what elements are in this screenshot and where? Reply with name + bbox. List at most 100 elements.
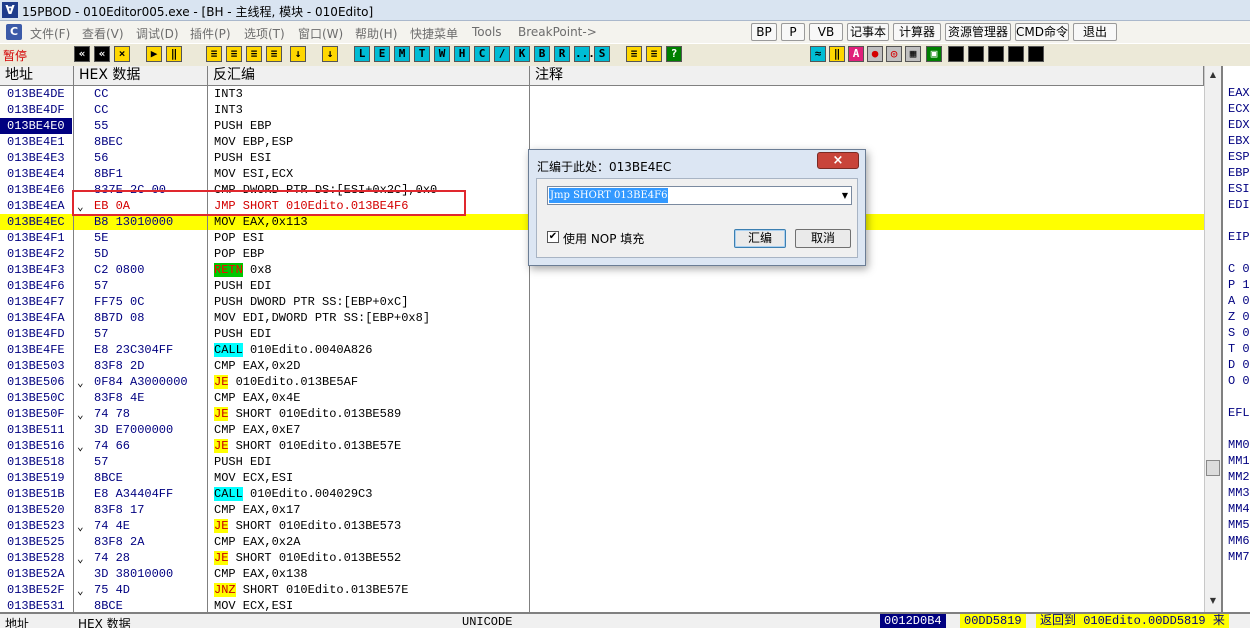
disasm-row[interactable]: 013BE525 83F8 2A CMP EAX,0x2A xyxy=(0,534,1204,550)
disasm-row[interactable]: 013BE4E1 8BEC MOV EBP,ESP xyxy=(0,134,1204,150)
menu-options[interactable]: 选项(T) xyxy=(244,25,285,42)
menu-file[interactable]: 文件(F) xyxy=(30,25,70,42)
modules-window-icon[interactable]: E xyxy=(374,46,390,62)
plugin-a-icon[interactable]: A xyxy=(848,46,864,62)
notepad-button[interactable]: 记事本 xyxy=(847,23,889,41)
disasm-row[interactable]: 013BE531 8BCE MOV ECX,ESI xyxy=(0,598,1204,612)
refresh-icon[interactable]: ≈ xyxy=(810,46,826,62)
assemble-button[interactable]: 汇编 xyxy=(734,229,786,248)
menu-window[interactable]: 窗口(W) xyxy=(298,25,343,42)
window-icon[interactable]: ▣ xyxy=(926,46,942,62)
target-icon[interactable]: ◎ xyxy=(886,46,902,62)
menu-debug[interactable]: 调试(D) xyxy=(136,25,179,42)
call-stack-icon[interactable]: K xyxy=(514,46,530,62)
disasm-row[interactable]: 013BE52F ⌄ 75 4D JNZ SHORT 010Edito.013BE57… xyxy=(0,582,1204,598)
step-into-icon[interactable]: ≡ xyxy=(206,46,222,62)
memory-window-icon[interactable]: M xyxy=(394,46,410,62)
app-menu-icon[interactable]: C xyxy=(6,24,22,40)
blank-tool-2-icon[interactable] xyxy=(968,46,984,62)
plugin-icon[interactable]: ‖ xyxy=(829,46,845,62)
disasm-row[interactable]: 013BE503 83F8 2D CMP EAX,0x2D xyxy=(0,358,1204,374)
references-window-icon[interactable]: R xyxy=(554,46,570,62)
options-icon[interactable]: ≡ xyxy=(626,46,642,62)
restart-icon[interactable]: « xyxy=(74,46,90,62)
nop-fill-label[interactable]: 使用 NOP 填充 xyxy=(563,230,644,247)
disasm-row[interactable]: 013BE50F ⌄ 74 78 JE SHORT 010Edito.013BE589 xyxy=(0,406,1204,422)
blank-tool-4-icon[interactable] xyxy=(1008,46,1024,62)
scroll-thumb[interactable] xyxy=(1206,460,1220,476)
dump-address-header[interactable]: 地址 xyxy=(5,615,29,628)
execute-till-return-icon[interactable]: ↓ xyxy=(290,46,306,62)
menu-breakpoint[interactable]: BreakPoint-> xyxy=(518,25,597,39)
menu-plugins[interactable]: 插件(P) xyxy=(190,25,231,42)
windows-window-icon[interactable]: W xyxy=(434,46,450,62)
close-process-icon[interactable]: × xyxy=(114,46,130,62)
run-trace-icon[interactable]: ... xyxy=(574,46,595,62)
trace-over-icon[interactable]: ≡ xyxy=(266,46,282,62)
dump-hex-header[interactable]: HEX 数据 xyxy=(78,615,131,628)
disasm-row[interactable]: 013BE528 ⌄ 74 28 JE SHORT 010Edito.013BE552 xyxy=(0,550,1204,566)
blank-tool-3-icon[interactable] xyxy=(988,46,1004,62)
disasm-row[interactable]: 013BE519 8BCE MOV ECX,ESI xyxy=(0,470,1204,486)
disasm-row[interactable]: 013BE4DE CC INT3 xyxy=(0,86,1204,102)
scroll-down-icon[interactable]: ▼ xyxy=(1206,594,1220,608)
breakpoints-window-icon[interactable]: B xyxy=(534,46,550,62)
calculator-button[interactable]: 计算器 xyxy=(893,23,941,41)
record-icon[interactable]: ● xyxy=(867,46,883,62)
cmd-button[interactable]: CMD命令 xyxy=(1015,23,1069,41)
hex-column-header[interactable]: HEX 数据 xyxy=(74,66,208,86)
address-column-header[interactable]: 地址 xyxy=(0,66,74,86)
goto-icon[interactable]: ↓ xyxy=(322,46,338,62)
exit-button[interactable]: 退出 xyxy=(1073,23,1117,41)
disasm-row[interactable]: 013BE4DF CC INT3 xyxy=(0,102,1204,118)
appearance-icon[interactable]: ≡ xyxy=(646,46,662,62)
vb-button[interactable]: VB xyxy=(809,23,843,41)
patches-window-icon[interactable]: / xyxy=(494,46,510,62)
disasm-row[interactable]: 013BE4FD 57 PUSH EDI xyxy=(0,326,1204,342)
run-icon[interactable]: ▶ xyxy=(146,46,162,62)
comment-column-header[interactable]: 注释 xyxy=(530,66,1204,86)
dump-unicode-header[interactable]: UNICODE xyxy=(462,615,512,628)
disasm-row[interactable]: 013BE511 3D E7000000 CMP EAX,0xE7 xyxy=(0,422,1204,438)
log-window-icon[interactable]: L xyxy=(354,46,370,62)
disasm-row[interactable]: 013BE4E0 55 PUSH EBP xyxy=(0,118,1204,134)
handles-window-icon[interactable]: H xyxy=(454,46,470,62)
p-button[interactable]: P xyxy=(781,23,805,41)
scroll-up-icon[interactable]: ▲ xyxy=(1206,68,1220,82)
step-over-icon[interactable]: ≡ xyxy=(226,46,242,62)
menu-view[interactable]: 查看(V) xyxy=(82,25,124,42)
disasm-row[interactable]: 013BE52A 3D 38010000 CMP EAX,0x138 xyxy=(0,566,1204,582)
disasm-row[interactable]: 013BE51B E8 A34404FF CALL 010Edito.004029C… xyxy=(0,486,1204,502)
chevron-down-icon[interactable]: ▼ xyxy=(842,189,848,203)
nop-fill-checkbox[interactable]: ✔ xyxy=(547,231,559,243)
blank-tool-1-icon[interactable] xyxy=(948,46,964,62)
threads-window-icon[interactable]: T xyxy=(414,46,430,62)
disasm-row[interactable]: 013BE516 ⌄ 74 66 JE SHORT 010Edito.013BE57E xyxy=(0,438,1204,454)
trace-into-icon[interactable]: ≡ xyxy=(246,46,262,62)
instruction-input[interactable]: Jmp SHORT 013BE4F6 xyxy=(549,188,669,203)
disasm-row[interactable]: 013BE518 57 PUSH EDI xyxy=(0,454,1204,470)
disasm-scrollbar[interactable]: ▲ ▼ xyxy=(1204,66,1221,612)
blank-tool-5-icon[interactable] xyxy=(1028,46,1044,62)
explorer-button[interactable]: 资源管理器 xyxy=(945,23,1011,41)
registers-pane[interactable]: EAX ECX EDX EBX ESP EBP ESI EDI EIP C 0 P 1 A 0 Z 0 S… xyxy=(1221,66,1250,612)
grid-icon[interactable]: ▦ xyxy=(905,46,921,62)
disasm-row[interactable]: 013BE50C 83F8 4E CMP EAX,0x4E xyxy=(0,390,1204,406)
menu-shortcuts[interactable]: 快捷菜单 xyxy=(410,25,458,42)
disasm-row[interactable]: 013BE506 ⌄ 0F84 A3000000 JE 010Edito.013BE5… xyxy=(0,374,1204,390)
disasm-row[interactable]: 013BE4FE E8 23C304FF CALL 010Edito.0040A82… xyxy=(0,342,1204,358)
disasm-row[interactable]: 013BE520 83F8 17 CMP EAX,0x17 xyxy=(0,502,1204,518)
cancel-button[interactable]: 取消 xyxy=(795,229,851,248)
disasm-column-header[interactable]: 反汇编 xyxy=(208,66,530,86)
bp-button[interactable]: BP xyxy=(751,23,777,41)
stack-address[interactable]: 0012D0B4 xyxy=(880,614,946,628)
rewind-icon[interactable]: « xyxy=(94,46,110,62)
close-button[interactable]: × xyxy=(817,152,859,169)
disasm-row[interactable]: 013BE523 ⌄ 74 4E JE SHORT 010Edito.013BE573 xyxy=(0,518,1204,534)
source-window-icon[interactable]: S xyxy=(594,46,610,62)
cpu-window-icon[interactable]: C xyxy=(474,46,490,62)
disasm-row[interactable]: 013BE4FA 8B7D 08 MOV EDI,DWORD PTR SS:[EBP… xyxy=(0,310,1204,326)
disasm-row[interactable]: 013BE4F7 FF75 0C PUSH DWORD PTR SS:[EBP+0x… xyxy=(0,294,1204,310)
help-icon[interactable]: ? xyxy=(666,46,682,62)
menu-tools[interactable]: Tools xyxy=(472,25,502,39)
